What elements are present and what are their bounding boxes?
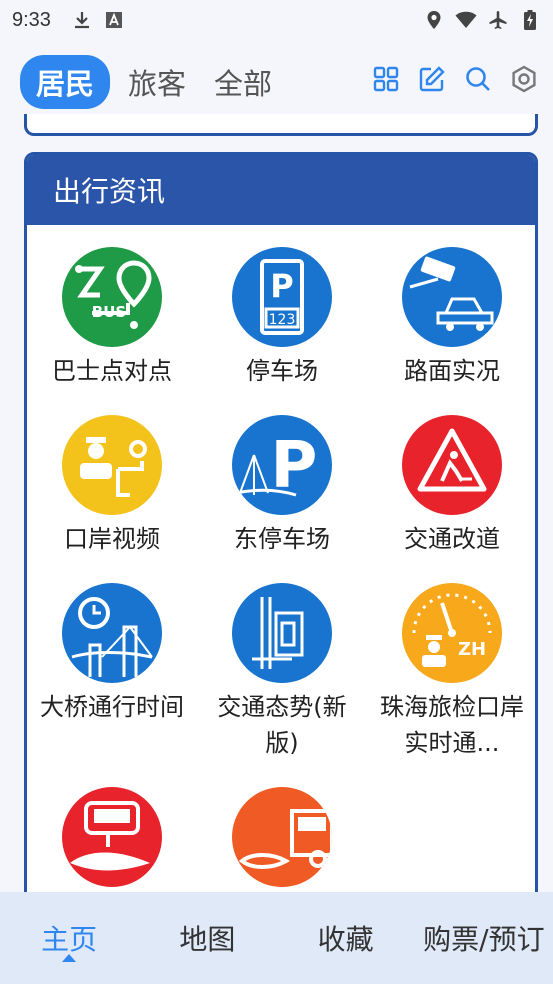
bottom-nav: 主页 地图 收藏 购票/预订	[0, 892, 553, 984]
nav-home[interactable]: 主页	[0, 892, 138, 984]
previous-card-edge	[24, 114, 538, 136]
service-item-port-video[interactable]: 口岸视频	[27, 415, 197, 557]
status-bar: 9:33	[0, 0, 553, 40]
tab-residents[interactable]: 居民	[20, 55, 111, 109]
svg-text:123: 123	[269, 312, 296, 328]
service-label: 交通改道	[404, 525, 500, 553]
location-icon	[423, 9, 445, 31]
svg-text:ZH: ZH	[458, 639, 486, 660]
wifi-icon	[455, 9, 477, 31]
service-item-zhuhai-port[interactable]: ZH 珠海旅检口岸实时通...	[367, 583, 535, 761]
travel-info-card: 出行资讯 BUS 巴士点对点 P 123 停车场 路面实况 口岸视频 P 东停车…	[24, 152, 538, 912]
font-icon	[103, 9, 125, 31]
traffic-camera-icon	[402, 247, 502, 347]
service-label: 路面实况	[404, 357, 500, 385]
gauge-officer-icon: ZH	[402, 583, 502, 683]
service-item-bus-ticket[interactable]	[27, 787, 197, 893]
service-label: 大桥通行时间	[40, 693, 184, 721]
service-label: 停车场	[246, 357, 318, 385]
service-item-traffic-status[interactable]: 交通态势(新版)	[197, 583, 367, 761]
service-label: 交通态势(新版)	[217, 693, 347, 757]
service-item-road-live[interactable]: 路面实况	[367, 247, 535, 389]
bus-route-icon: BUS	[62, 247, 162, 347]
service-label: 口岸视频	[64, 525, 160, 553]
truck-icon	[232, 787, 332, 887]
service-item-traffic-diversion[interactable]: 交通改道	[367, 415, 535, 557]
grid-icon[interactable]	[371, 64, 401, 94]
service-item-parking[interactable]: P 123 停车场	[197, 247, 367, 389]
card-title: 出行资讯	[27, 155, 535, 225]
tab-all[interactable]: 全部	[204, 55, 282, 109]
port-officer-icon	[62, 415, 162, 515]
edit-icon[interactable]	[417, 64, 447, 94]
top-header: 居民 旅客 全部	[0, 50, 553, 114]
nav-map[interactable]: 地图	[138, 892, 276, 984]
service-label: 巴士点对点	[52, 357, 172, 385]
nav-favorites[interactable]: 收藏	[277, 892, 415, 984]
battery-charging-icon	[519, 9, 541, 31]
download-icon	[71, 9, 93, 31]
service-label: 珠海旅检口岸实时通...	[380, 693, 524, 757]
status-time: 9:33	[12, 8, 51, 31]
service-item-bus-p2p[interactable]: BUS 巴士点对点	[27, 247, 197, 389]
bus-ticket-icon	[62, 787, 162, 887]
search-icon[interactable]	[463, 64, 493, 94]
service-item-truck[interactable]	[197, 787, 367, 893]
bridge-parking-icon: P	[232, 415, 332, 515]
svg-text:P: P	[270, 267, 293, 305]
parking-123-icon: P 123	[232, 247, 332, 347]
service-label: 东停车场	[234, 525, 330, 553]
service-item-east-parking[interactable]: P 东停车场	[197, 415, 367, 557]
tab-travelers[interactable]: 旅客	[118, 55, 196, 109]
settings-icon[interactable]	[509, 64, 539, 94]
airplane-mode-icon	[487, 9, 509, 31]
traffic-map-icon	[232, 583, 332, 683]
bridge-clock-icon	[62, 583, 162, 683]
service-item-bridge-time[interactable]: 大桥通行时间	[27, 583, 197, 725]
nav-tickets[interactable]: 购票/预订	[415, 892, 553, 984]
svg-text:BUS: BUS	[92, 303, 126, 321]
roadwork-icon	[402, 415, 502, 515]
